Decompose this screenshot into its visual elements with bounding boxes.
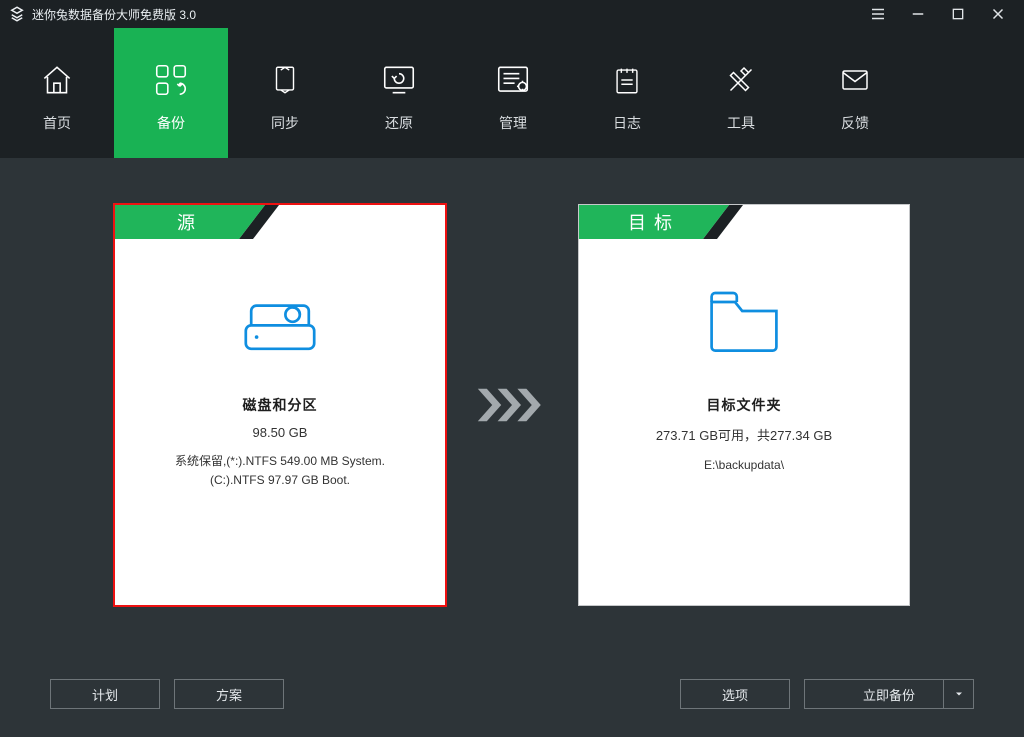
options-button-label: 选项 bbox=[722, 685, 748, 704]
plan-button[interactable]: 计划 bbox=[50, 679, 160, 709]
nav-tools-label: 工具 bbox=[727, 113, 755, 133]
nav-backup[interactable]: 备份 bbox=[114, 28, 228, 158]
nav-log[interactable]: 日志 bbox=[570, 28, 684, 158]
log-icon bbox=[606, 59, 648, 101]
restore-icon bbox=[378, 59, 420, 101]
scheme-button[interactable]: 方案 bbox=[174, 679, 284, 709]
source-size: 98.50 GB bbox=[253, 425, 308, 440]
plan-button-label: 计划 bbox=[92, 685, 118, 704]
target-tab-label: 目标 bbox=[579, 205, 729, 239]
nav-manage-label: 管理 bbox=[499, 113, 527, 133]
nav-manage[interactable]: 管理 bbox=[456, 28, 570, 158]
backup-icon bbox=[150, 59, 192, 101]
backup-now-dropdown[interactable] bbox=[943, 680, 973, 708]
arrow-icon bbox=[472, 383, 552, 427]
nav-sync[interactable]: 同步 bbox=[228, 28, 342, 158]
folder-icon bbox=[699, 275, 789, 365]
mail-icon bbox=[834, 59, 876, 101]
nav-restore[interactable]: 还原 bbox=[342, 28, 456, 158]
minimize-icon[interactable] bbox=[906, 2, 930, 26]
bottom-toolbar: 计划 方案 选项 立即备份 bbox=[50, 679, 974, 709]
maximize-icon[interactable] bbox=[946, 2, 970, 26]
manage-icon bbox=[492, 59, 534, 101]
source-tab-header: 源 bbox=[115, 205, 445, 239]
app-title: 迷你兔数据备份大师免费版 3.0 bbox=[32, 6, 860, 23]
target-size: 273.71 GB可用，共277.34 GB bbox=[656, 425, 832, 444]
disk-icon bbox=[235, 275, 325, 365]
nav-feedback-label: 反馈 bbox=[841, 113, 869, 133]
backup-now-label: 立即备份 bbox=[863, 685, 915, 704]
source-detail-line2: (C:).NTFS 97.97 GB Boot. bbox=[175, 471, 385, 490]
source-tab-label: 源 bbox=[115, 205, 265, 239]
close-icon[interactable] bbox=[986, 2, 1010, 26]
menu-icon[interactable] bbox=[866, 2, 890, 26]
target-path: E:\backupdata\ bbox=[704, 456, 784, 475]
backup-now-button[interactable]: 立即备份 bbox=[804, 679, 974, 709]
nav-tools[interactable]: 工具 bbox=[684, 28, 798, 158]
tools-icon bbox=[720, 59, 762, 101]
top-nav: 首页 备份 同步 还原 管理 日志 工具 bbox=[0, 28, 1024, 158]
content-area: 源 磁盘和分区 98.50 GB 系统保留,(*:).NTFS 549.00 M… bbox=[0, 158, 1024, 737]
nav-restore-label: 还原 bbox=[385, 113, 413, 133]
target-title: 目标文件夹 bbox=[707, 395, 782, 415]
scheme-button-label: 方案 bbox=[216, 685, 242, 704]
app-logo-icon bbox=[8, 5, 26, 23]
source-panel[interactable]: 源 磁盘和分区 98.50 GB 系统保留,(*:).NTFS 549.00 M… bbox=[114, 204, 446, 606]
sync-icon bbox=[264, 59, 306, 101]
target-tab-header: 目标 bbox=[579, 205, 909, 239]
home-icon bbox=[36, 59, 78, 101]
title-bar: 迷你兔数据备份大师免费版 3.0 bbox=[0, 0, 1024, 28]
nav-home-label: 首页 bbox=[43, 113, 71, 133]
nav-home[interactable]: 首页 bbox=[0, 28, 114, 158]
nav-backup-label: 备份 bbox=[157, 113, 185, 133]
nav-sync-label: 同步 bbox=[271, 113, 299, 133]
options-button[interactable]: 选项 bbox=[680, 679, 790, 709]
nav-feedback[interactable]: 反馈 bbox=[798, 28, 912, 158]
source-title: 磁盘和分区 bbox=[243, 395, 318, 415]
nav-log-label: 日志 bbox=[613, 113, 641, 133]
window-controls bbox=[866, 2, 1016, 26]
target-panel[interactable]: 目标 目标文件夹 273.71 GB可用，共277.34 GB E:\backu… bbox=[578, 204, 910, 606]
source-detail-line1: 系统保留,(*:).NTFS 549.00 MB System. bbox=[175, 452, 385, 471]
